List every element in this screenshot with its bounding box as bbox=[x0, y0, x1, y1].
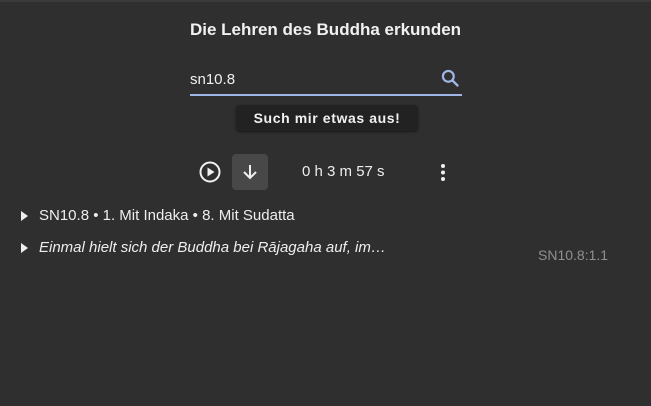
top-border bbox=[0, 0, 651, 2]
download-button[interactable] bbox=[232, 154, 268, 190]
search-icon[interactable] bbox=[440, 68, 460, 88]
result-row-segment[interactable]: Einmal hielt sich der Buddha bei Rājagah… bbox=[21, 239, 411, 261]
page-title: Die Lehren des Buddha erkunden bbox=[189, 20, 462, 39]
result-title: SN10.8 • 1. Mit Indaka • 8. Mit Sudatta bbox=[39, 207, 295, 224]
result-row-title[interactable]: SN10.8 • 1. Mit Indaka • 8. Mit Sudatta bbox=[21, 207, 331, 229]
segment-reference: SN10.8:1.1 bbox=[538, 247, 609, 263]
search-field[interactable] bbox=[190, 66, 462, 96]
result-excerpt: Einmal hielt sich der Buddha bei Rājagah… bbox=[39, 239, 386, 256]
play-circle-icon[interactable] bbox=[197, 159, 223, 185]
audio-duration: 0 h 3 m 57 s bbox=[302, 163, 385, 180]
search-input[interactable] bbox=[190, 66, 430, 92]
more-vert-icon[interactable] bbox=[432, 160, 454, 186]
arrow-down-icon bbox=[243, 165, 257, 180]
expand-triangle-icon[interactable] bbox=[21, 211, 28, 221]
expand-triangle-icon[interactable] bbox=[21, 243, 28, 253]
surprise-me-button[interactable]: Such mir etwas aus! bbox=[236, 105, 418, 131]
